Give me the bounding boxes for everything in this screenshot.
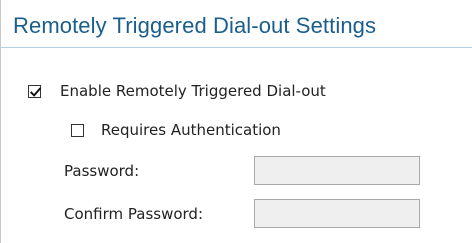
requires-auth-checkbox[interactable] — [71, 123, 84, 137]
enable-dialout-option[interactable]: Enable Remotely Triggered Dial-out — [28, 82, 326, 100]
requires-auth-option[interactable]: Requires Authentication — [71, 121, 281, 139]
dialout-settings-panel: Remotely Triggered Dial-out Settings Ena… — [0, 0, 472, 243]
section-title: Remotely Triggered Dial-out Settings — [13, 13, 377, 38]
confirm-password-label: Confirm Password: — [64, 205, 204, 223]
password-label: Password: — [64, 162, 140, 180]
title-divider — [1, 47, 472, 48]
requires-auth-label: Requires Authentication — [101, 121, 281, 139]
checkmark-icon — [29, 87, 42, 97]
enable-dialout-checkbox[interactable] — [28, 84, 42, 98]
enable-dialout-label: Enable Remotely Triggered Dial-out — [60, 82, 326, 100]
password-input[interactable] — [254, 156, 420, 185]
confirm-password-input[interactable] — [254, 199, 420, 228]
